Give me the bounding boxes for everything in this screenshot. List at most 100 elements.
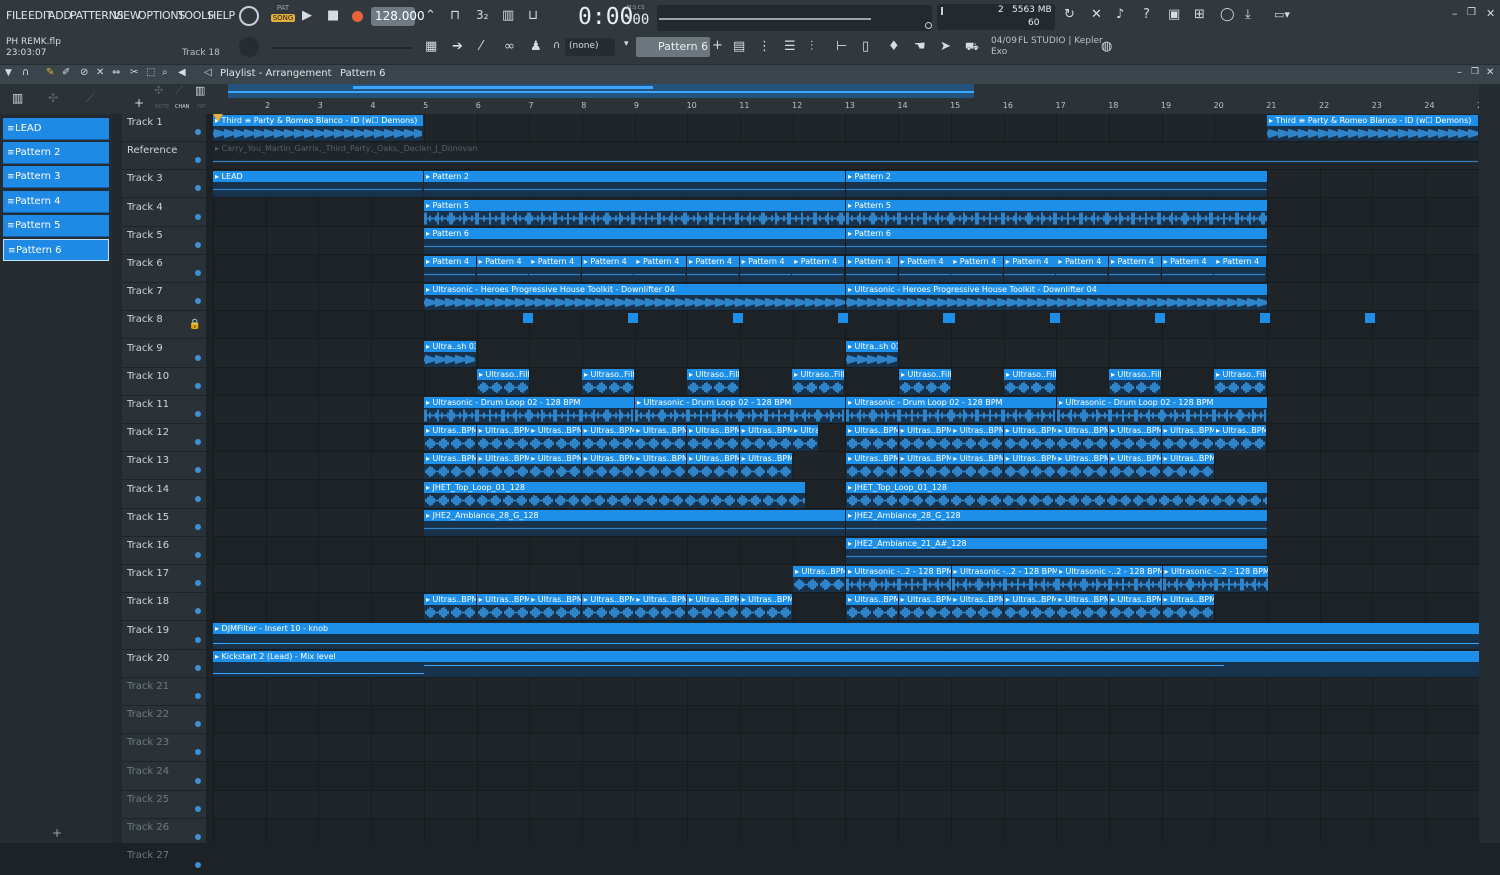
playlist-clip[interactable]: ▸ Ultras..BPM bbox=[1056, 453, 1109, 480]
track-header[interactable]: Reference bbox=[122, 142, 206, 171]
track-mute-indicator[interactable] bbox=[195, 862, 201, 869]
plugin-icon[interactable]: ⊞ bbox=[1194, 7, 1205, 22]
track-mute-indicator[interactable] bbox=[195, 411, 201, 417]
track-mute-indicator[interactable] bbox=[195, 270, 201, 276]
playlist-clip[interactable]: ▸ Ultrasonic - Drum Loop 02 - 128 BPM bbox=[635, 397, 845, 423]
playlist-clip[interactable]: ▸ Ultras..BPM bbox=[529, 453, 582, 480]
piano-roll-icon[interactable]: ⋮ bbox=[758, 39, 771, 54]
playlist-clip[interactable]: ▸ Ultras..BPM bbox=[739, 594, 792, 621]
countdown-icon[interactable] bbox=[239, 6, 259, 26]
playlist-clip[interactable]: ▸ Ultras..BPM bbox=[476, 425, 529, 452]
track-mute-indicator[interactable] bbox=[195, 467, 201, 474]
playlist-clip[interactable]: ▸ Ultras..BPM bbox=[951, 453, 1004, 480]
playlist-clip[interactable]: ▸ Ultras..BPM bbox=[1161, 594, 1214, 621]
track-header[interactable]: Track 10 bbox=[122, 368, 206, 396]
playlist-clip[interactable]: ▸ Ultras..BPM bbox=[1003, 453, 1056, 480]
slice-tool-icon[interactable]: ✂ bbox=[130, 67, 138, 78]
playlist-clip[interactable]: ▸ Ultras..BPM bbox=[687, 453, 739, 480]
minimize-icon[interactable]: – bbox=[1452, 7, 1458, 20]
restore-icon[interactable]: ❐ bbox=[1467, 7, 1476, 18]
track-mute-indicator[interactable] bbox=[195, 157, 201, 164]
snap-select[interactable]: (none) bbox=[565, 38, 615, 56]
track-mute-indicator[interactable] bbox=[195, 777, 201, 784]
track-mute-indicator[interactable] bbox=[195, 693, 201, 699]
track-mute-indicator[interactable] bbox=[195, 213, 201, 220]
track-header[interactable]: Track 27 bbox=[122, 847, 206, 875]
playlist-clip[interactable]: ▸ Pattern 5 bbox=[846, 199, 1267, 226]
playlist-clip[interactable]: ▸ Ultras..BPM bbox=[898, 594, 951, 621]
playlist-restore-icon[interactable]: ❐ bbox=[1471, 67, 1479, 77]
playlist-clip[interactable]: ▸ Ultraso..Fill bbox=[1214, 368, 1266, 395]
playlist-clip[interactable]: ▸ Ultras..BPM bbox=[1161, 425, 1214, 452]
track-mute-indicator[interactable] bbox=[195, 523, 201, 530]
stamp-icon[interactable]: ♟ bbox=[530, 39, 542, 54]
playlist-clip[interactable]: ▸ Ultras..BPM bbox=[1056, 425, 1109, 452]
playlist-clip[interactable]: ▸ Pattern 6 bbox=[424, 227, 845, 254]
menu-view[interactable]: VIEW bbox=[113, 9, 141, 22]
playlist-clip[interactable]: ▸ Ultras..BPM bbox=[476, 453, 529, 480]
playlist-clip[interactable]: ▸ Pattern 2 bbox=[846, 171, 1267, 198]
lock-icon[interactable]: 🔒 bbox=[189, 319, 201, 330]
track-header[interactable]: Track 12 bbox=[122, 424, 206, 453]
playlist-grid[interactable]: ▸ Third ≡ Party & Romeo Blanco - ID (w☐ … bbox=[213, 114, 1479, 843]
track-mute-indicator[interactable] bbox=[195, 552, 201, 558]
note-icon[interactable]: ✣ bbox=[154, 84, 163, 97]
playlist-clip[interactable]: ▸ Ultras..BPM bbox=[634, 453, 687, 480]
track-header[interactable]: Track 21 bbox=[122, 678, 206, 706]
draw-tool-icon[interactable]: ✎ bbox=[46, 67, 54, 78]
magnet-icon[interactable]: ∩ bbox=[553, 40, 560, 51]
playlist-clip[interactable]: ▸ Ultras..BPM bbox=[529, 594, 582, 621]
playlist-clip[interactable]: ▸ Pattern 4 bbox=[634, 256, 687, 282]
playlist-close-icon[interactable]: ✕ bbox=[1486, 67, 1494, 78]
pat-icon[interactable]: ▥ bbox=[195, 84, 205, 97]
playlist-clip[interactable]: ▸ Ultras..BPM bbox=[1003, 594, 1056, 621]
playlist-clip[interactable]: ▸ Ultraso..Fill bbox=[582, 368, 634, 395]
playlist-clip[interactable]: ▸ Pattern 4 bbox=[687, 256, 739, 282]
playlist-clip[interactable]: ▸ Ultras..BPM bbox=[581, 453, 634, 480]
playlist-clip[interactable]: ▸ Ultraso..Fill bbox=[899, 368, 951, 395]
playlist-clip[interactable]: ▸ Ultras..BPM bbox=[476, 594, 529, 621]
playlist-clip[interactable]: ▸ Ultras..BPM bbox=[634, 594, 687, 621]
playlist-clip[interactable]: ▸ Ultra..sh 03 bbox=[424, 340, 476, 367]
playlist-menu-icon[interactable]: ▼ bbox=[5, 68, 12, 78]
playlist-clip[interactable]: ▸ Pattern 4 bbox=[1056, 256, 1109, 282]
undo-history-icon[interactable]: ↻ bbox=[1064, 7, 1075, 22]
playlist-clip[interactable]: ▸ Ultras..BPM bbox=[1161, 453, 1214, 480]
track-header[interactable]: Track 19 bbox=[122, 622, 206, 650]
playlist-clip[interactable]: ▸ Ultraso..Fill bbox=[792, 368, 844, 395]
playlist-clip[interactable]: ▸ Ultras..BPM bbox=[581, 594, 634, 621]
track-header[interactable]: Track 18 bbox=[122, 593, 206, 622]
pattern-item[interactable]: ≡ Pattern 6 bbox=[3, 239, 109, 261]
playlist-clip[interactable]: ▸ Third ≡ Party & Romeo Blanco - ID (w☐ … bbox=[213, 115, 423, 141]
link-icon[interactable]: ∞ bbox=[504, 39, 515, 54]
playlist-clip[interactable]: ▸ Ultras..BPM bbox=[424, 425, 476, 452]
track-header[interactable]: Track 4 bbox=[122, 199, 206, 227]
arrangement-overview[interactable] bbox=[228, 84, 974, 98]
track-header[interactable]: Track 7 bbox=[122, 283, 206, 312]
playlist-clip[interactable]: ▸ Pattern 4 bbox=[898, 256, 951, 282]
track-mute-indicator[interactable] bbox=[195, 185, 201, 192]
master-volume-knob[interactable] bbox=[239, 37, 259, 57]
playlist-clip[interactable]: ▸ Ultraso..Fill bbox=[1109, 368, 1161, 395]
track-header[interactable]: Track 9 bbox=[122, 340, 206, 368]
track-mute-indicator[interactable] bbox=[195, 129, 201, 135]
playlist-clip[interactable]: ▸ JHE2_Ambiance_21_A#_128 bbox=[846, 538, 1267, 564]
time-display[interactable]: 0:00 :00 M:S:CS bbox=[570, 2, 650, 32]
playlist-clip[interactable]: ▸ Ultraso..Fill bbox=[687, 368, 739, 395]
playlist-clip[interactable]: ▸ Ultrasonic -..2 - 128 BPM bbox=[1057, 566, 1162, 593]
typing-keyboard-icon[interactable]: ▦ bbox=[425, 39, 437, 54]
playlist-clip[interactable]: ▸ Ultrasonic - Drum Loop 02 - 128 BPM bbox=[846, 397, 1056, 423]
timeline-ruler[interactable]: 234567891011121314151617181920212223242 bbox=[213, 100, 1482, 114]
automation-marker[interactable] bbox=[1260, 313, 1270, 324]
snap-magnet-icon[interactable]: ∩ bbox=[22, 67, 29, 78]
playlist-clip[interactable]: ▸ Ultras..BPM bbox=[1214, 425, 1266, 452]
track-mute-indicator[interactable] bbox=[195, 495, 201, 502]
pattern-item[interactable]: ≡ LEAD bbox=[3, 118, 109, 140]
playlist-clip[interactable]: ▸ Ultraso..Fill bbox=[477, 368, 529, 395]
playlist-pattern[interactable]: Pattern 6 bbox=[340, 68, 386, 79]
add-pattern-icon[interactable]: + bbox=[712, 38, 723, 53]
paint-tool-icon[interactable]: ✐ bbox=[62, 67, 70, 78]
pat-song-switch[interactable]: PAT SONG bbox=[271, 4, 295, 28]
countdown-bars-icon[interactable]: 3₂ bbox=[476, 8, 488, 22]
playlist-clip[interactable]: ▸ Ultras..BPM bbox=[634, 425, 687, 452]
